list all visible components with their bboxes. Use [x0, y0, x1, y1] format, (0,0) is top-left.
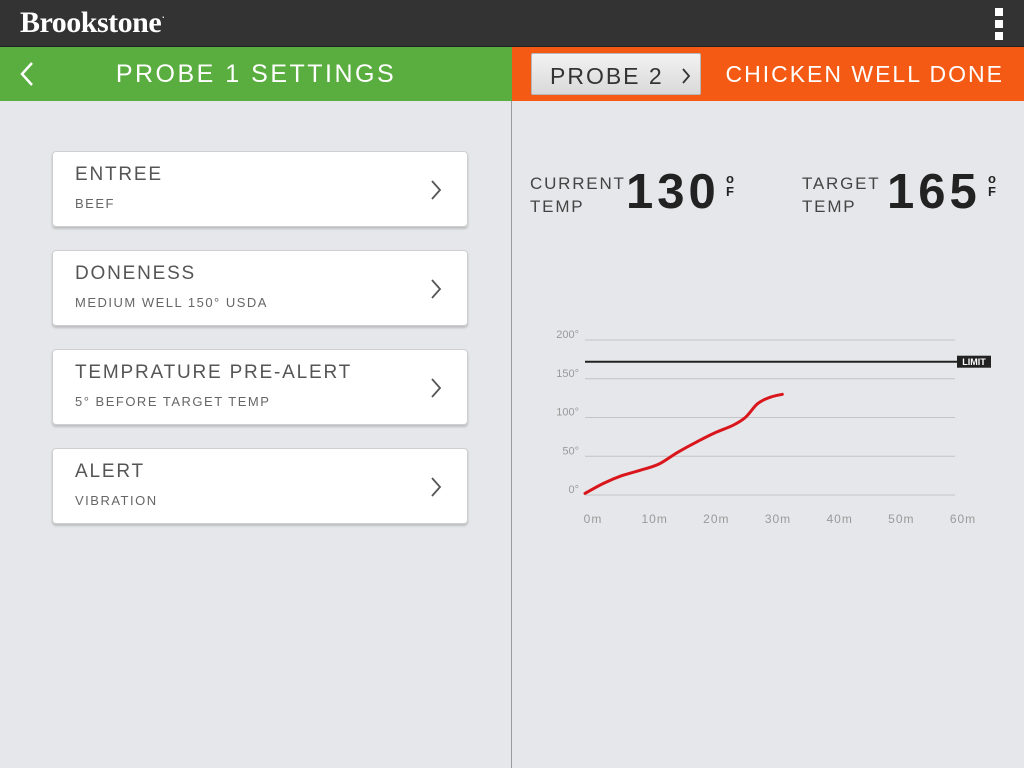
top-bar: Brookstone.: [0, 0, 1024, 47]
setting-title: TEMPRATURE PRE-ALERT: [75, 362, 353, 383]
cook-status: CHICKEN WELL DONE: [725, 61, 1004, 87]
x-tick-label: 40m: [826, 512, 852, 526]
setting-value: MEDIUM WELL 150° USDA: [75, 295, 268, 310]
alert-setting[interactable]: ALERT VIBRATION: [52, 448, 468, 524]
probe-settings-header: PROBE 1 SETTINGS: [0, 47, 512, 101]
setting-title: DONENESS: [75, 263, 197, 284]
setting-value: BEEF: [75, 196, 115, 211]
target-temp-label: TARGET TEMP: [802, 174, 881, 216]
entree-setting[interactable]: ENTREE BEEF: [52, 151, 468, 227]
menu-icon[interactable]: [992, 8, 1006, 40]
limit-label: LIMIT: [962, 357, 986, 367]
page-title: PROBE 1 SETTINGS: [115, 60, 397, 88]
x-tick-label: 50m: [888, 512, 914, 526]
x-tick-label: 0m: [584, 512, 603, 526]
chevron-right-icon: [431, 477, 442, 497]
temperature-chart: 0° 50° 100° 150° 200° 0m 10m 20m 30m 40m 50m 60m LIM…: [556, 329, 991, 526]
x-tick-label: 60m: [950, 512, 976, 526]
current-temp-value: 130: [626, 165, 720, 219]
x-tick-label: 30m: [765, 512, 791, 526]
brand-logo: Brookstone.: [20, 6, 164, 39]
setting-value: 5° BEFORE TARGET TEMP: [75, 394, 271, 409]
pre-alert-setting[interactable]: TEMPRATURE PRE-ALERT 5° BEFORE TARGET TE…: [52, 349, 468, 425]
setting-value: VIBRATION: [75, 493, 158, 508]
y-tick-label: 200°: [556, 329, 579, 341]
current-temp-unit: o F: [726, 171, 734, 199]
chevron-right-icon: [682, 68, 691, 84]
panel-divider: [511, 101, 512, 768]
probe-status-header: PROBE 2 CHICKEN WELL DONE: [512, 47, 1024, 101]
chevron-right-icon: [431, 180, 442, 200]
chevron-right-icon: [431, 378, 442, 398]
temperature-curve: [583, 392, 784, 495]
target-temp-unit: o F: [988, 171, 996, 199]
chevron-right-icon: [431, 279, 442, 299]
probe-button-label: PROBE 2: [550, 63, 664, 89]
y-tick-label: 150°: [556, 368, 579, 380]
setting-title: ENTREE: [75, 164, 163, 185]
x-tick-label: 20m: [703, 512, 729, 526]
y-tick-label: 50°: [562, 445, 579, 457]
target-temp-value: 165: [887, 165, 981, 219]
doneness-setting[interactable]: DONENESS MEDIUM WELL 150° USDA: [52, 250, 468, 326]
current-temp-label: CURRENT TEMP: [530, 174, 626, 216]
probe-2-button[interactable]: PROBE 2: [531, 53, 701, 95]
setting-title: ALERT: [75, 461, 145, 482]
y-tick-label: 100°: [556, 407, 579, 419]
x-tick-label: 10m: [641, 512, 667, 526]
y-tick-label: 0°: [568, 484, 579, 496]
